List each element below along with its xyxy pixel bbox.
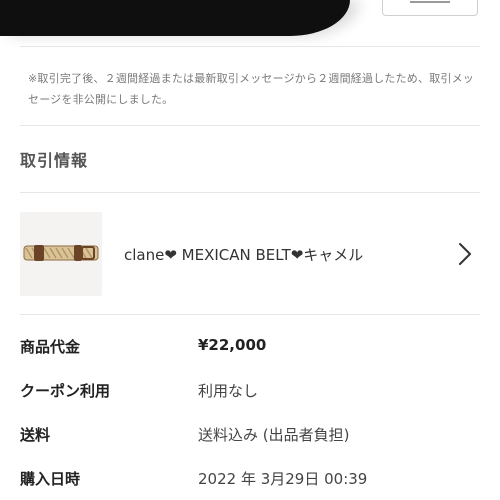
detail-value-coupon: 利用なし [198, 382, 259, 400]
divider [20, 46, 480, 47]
detail-row-coupon: クーポン利用 利用なし [20, 380, 480, 424]
detail-row-shipping: 送料 送料込み (出品者負担) [20, 424, 480, 468]
product-name[interactable]: clane❤ MEXICAN BELT❤キャメル [124, 244, 363, 265]
detail-value-price: ¥22,000 [198, 336, 267, 354]
chevron-right-icon[interactable] [458, 242, 472, 266]
detail-value-shipping: 送料込み (出品者負担) [198, 426, 350, 444]
section-title: 取引情報 [20, 151, 89, 170]
detail-row-purchase-date: 購入日時 2022 年 3月29日 00:39 [20, 468, 480, 500]
detail-value-purchase-date: 2022 年 3月29日 00:39 [198, 470, 368, 488]
detail-row-price: 商品代金 ¥22,000 [20, 336, 480, 380]
detail-label: 購入日時 [20, 470, 81, 488]
detail-label: 送料 [20, 426, 51, 444]
belt-image [20, 212, 102, 296]
divider [20, 125, 480, 126]
detail-label: 商品代金 [20, 338, 81, 356]
divider [20, 192, 480, 193]
divider [20, 314, 480, 315]
detail-label: クーポン利用 [20, 382, 111, 400]
redacted-header-area [0, 0, 350, 36]
privacy-notice: ※取引完了後、２週間経過または最新取引メッセージから２週間経過したため、取引メッ… [28, 72, 474, 106]
transaction-details: 商品代金 ¥22,000 クーポン利用 利用なし 送料 送料込み (出品者負担)… [20, 336, 480, 500]
header-button[interactable] [382, 0, 478, 16]
product-row[interactable]: clane❤ MEXICAN BELT❤キャメル [20, 212, 480, 298]
